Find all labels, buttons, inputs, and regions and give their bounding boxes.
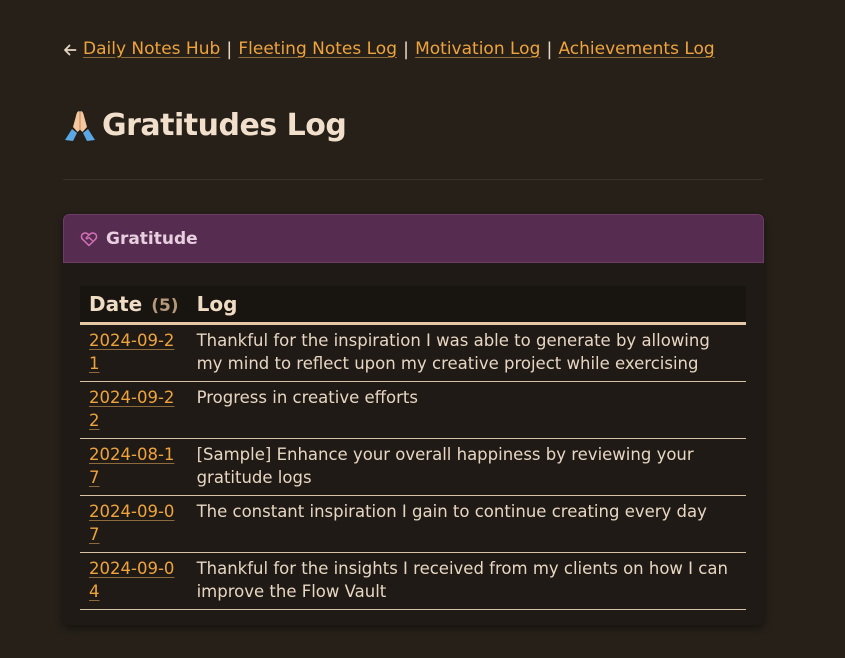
date-cell: 2024-08-17 (80, 438, 188, 496)
table-row: 2024-09-04 Thankful for the insights I r… (80, 552, 746, 610)
arrow-left-icon (63, 42, 77, 56)
log-cell: Progress in creative efforts (187, 381, 746, 439)
page-title: Gratitudes Log (62, 103, 347, 147)
date-link[interactable]: 2024-09-22 (89, 387, 177, 432)
column-header-date[interactable]: Date (5) (80, 286, 188, 325)
log-cell: The constant inspiration I gain to conti… (187, 495, 746, 553)
table-row: 2024-09-22 Progress in creative efforts (80, 381, 746, 439)
table-row: 2024-09-21 Thankful for the inspiration … (80, 323, 746, 382)
divider (63, 179, 763, 180)
date-cell: 2024-09-07 (80, 495, 188, 553)
gratitude-table: Date (5) Log 2024-09-21 Thankful for the… (80, 286, 746, 610)
nav-separator: | (546, 38, 553, 60)
row-count: (5) (151, 296, 179, 316)
praying-hands-icon (62, 107, 98, 143)
page-title-text: Gratitudes Log (102, 107, 347, 143)
date-link[interactable]: 2024-09-04 (89, 558, 177, 603)
log-cell: Thankful for the inspiration I was able … (187, 323, 746, 382)
log-cell: [Sample] Enhance your overall happiness … (187, 438, 746, 496)
nav-link-achievements-log[interactable]: Achievements Log (558, 39, 714, 59)
date-cell: 2024-09-04 (80, 552, 188, 610)
nav-separator: | (403, 38, 410, 60)
gratitude-card: Gratitude Date (5) Log 2024-09-21 Thankf… (63, 214, 764, 625)
date-link[interactable]: 2024-08-17 (89, 444, 177, 489)
nav-link-daily-notes-hub[interactable]: Daily Notes Hub (83, 39, 220, 59)
page: Daily Notes Hub | Fleeting Notes Log | M… (0, 0, 845, 658)
date-cell: 2024-09-21 (80, 323, 188, 382)
date-cell: 2024-09-22 (80, 381, 188, 439)
heart-handshake-icon (80, 230, 98, 248)
nav-link-motivation-log[interactable]: Motivation Log (415, 39, 540, 59)
table-row: 2024-09-07 The constant inspiration I ga… (80, 495, 746, 553)
column-header-date-label: Date (89, 292, 143, 316)
table-row: 2024-08-17 [Sample] Enhance your overall… (80, 438, 746, 496)
card-title: Gratitude (106, 228, 198, 249)
date-link[interactable]: 2024-09-07 (89, 501, 177, 546)
card-header[interactable]: Gratitude (63, 214, 764, 263)
nav-separator: | (226, 38, 233, 60)
table-header-row: Date (5) Log (80, 286, 746, 325)
date-link[interactable]: 2024-09-21 (89, 330, 177, 375)
breadcrumb-nav: Daily Notes Hub | Fleeting Notes Log | M… (63, 37, 715, 61)
nav-link-fleeting-notes-log[interactable]: Fleeting Notes Log (238, 39, 397, 59)
column-header-log[interactable]: Log (187, 286, 746, 325)
log-cell: Thankful for the insights I received fro… (187, 552, 746, 610)
